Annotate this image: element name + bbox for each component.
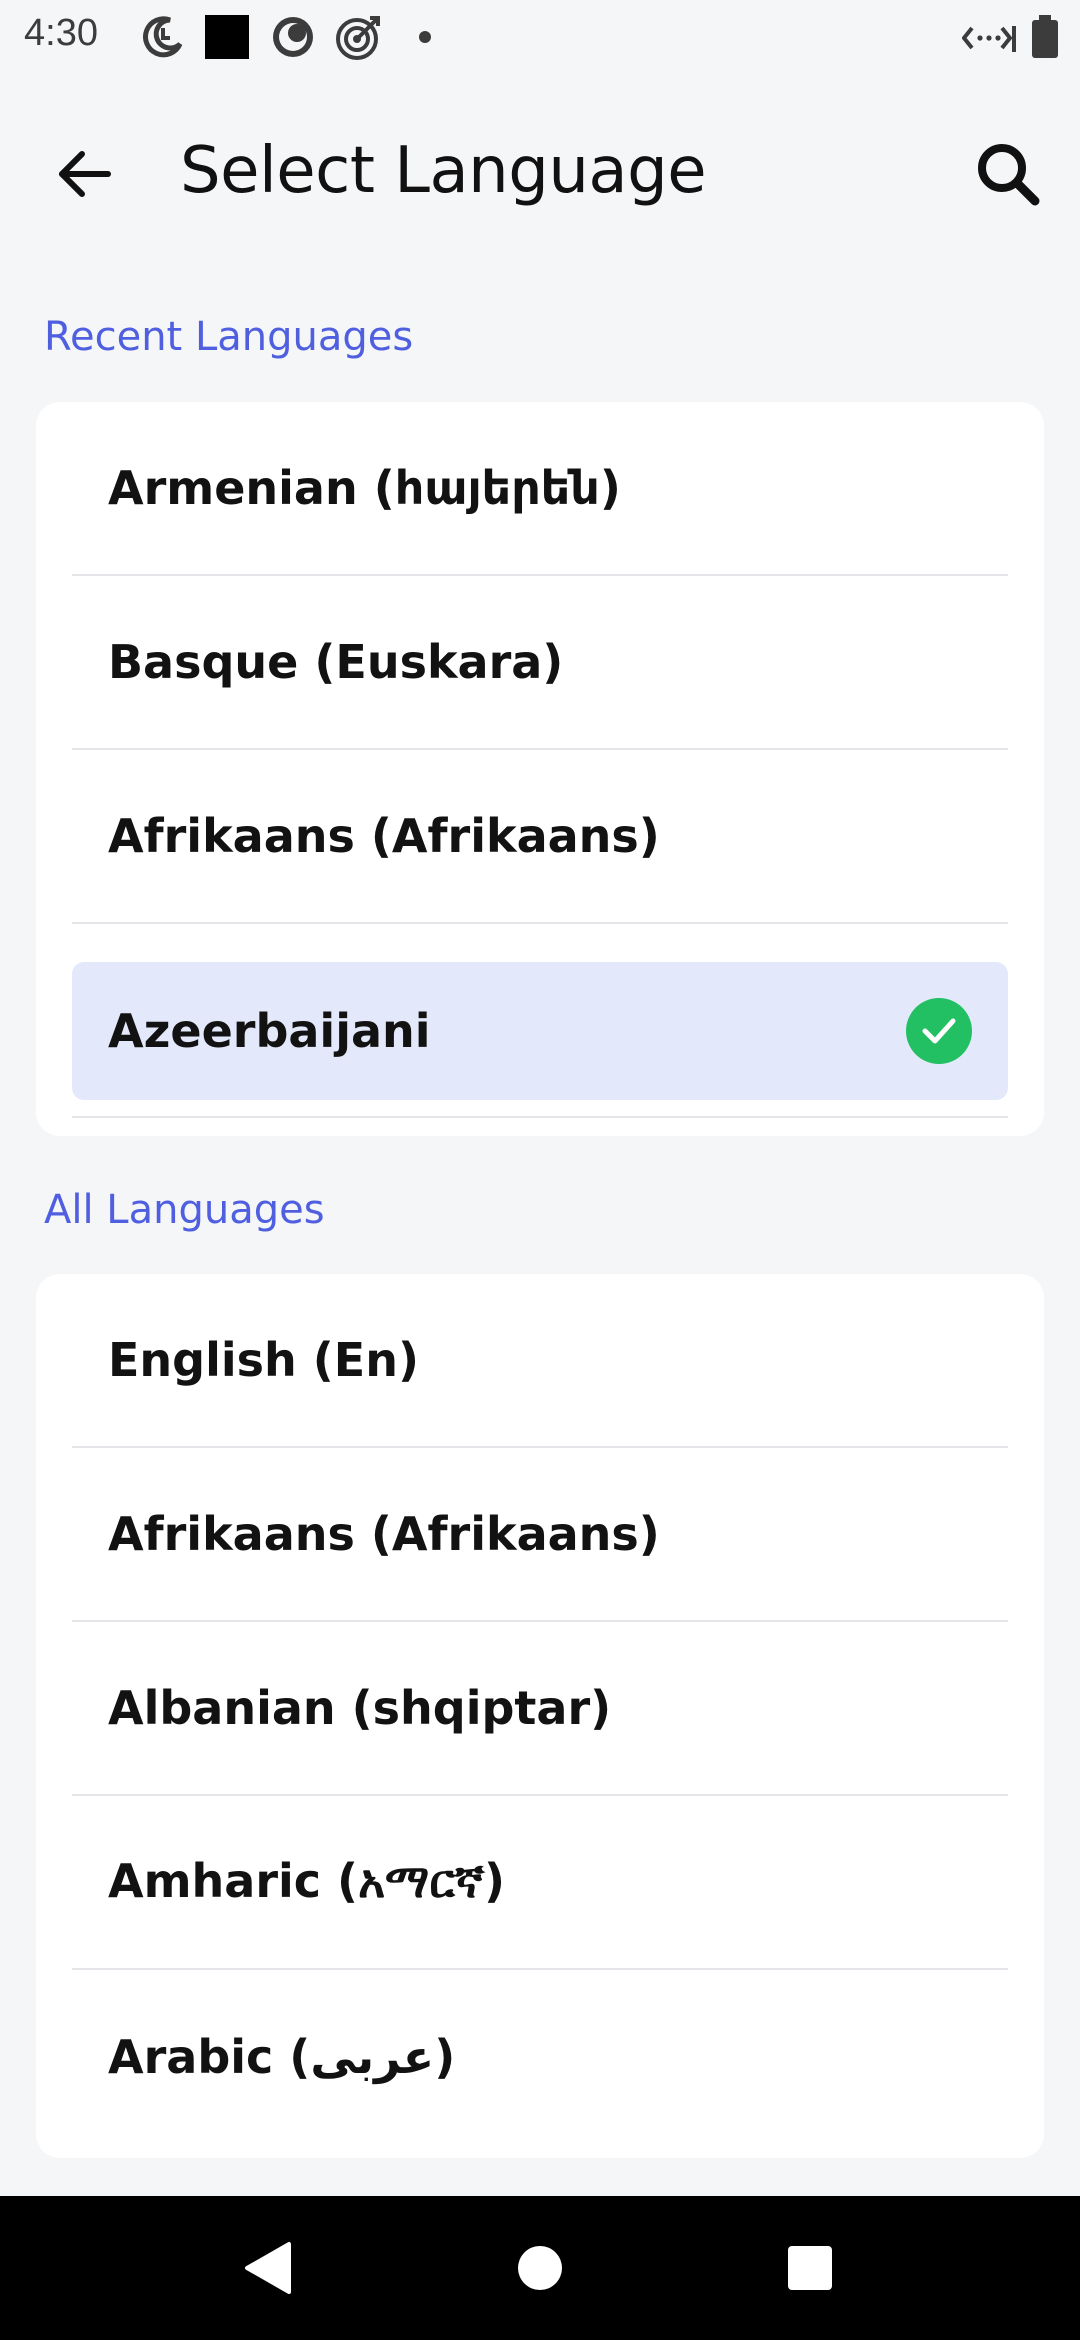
dot-icon	[419, 31, 431, 43]
selected-check-badge	[906, 998, 972, 1064]
home-circle-icon	[518, 2246, 562, 2290]
language-row-afrikaans[interactable]: Afrikaans (Afrikaans)	[72, 750, 1008, 924]
language-row-english[interactable]: English (En)	[72, 1274, 1008, 1448]
language-row-amharic[interactable]: Amharic (አማርኛ)	[72, 1796, 1008, 1970]
language-label: Armenian (հայերեն)	[108, 461, 621, 515]
language-label: Albanian (shqiptar)	[108, 1681, 612, 1735]
app-bar: Select Language	[0, 72, 1080, 272]
battery-icon	[1032, 15, 1058, 58]
language-row-arabic[interactable]: Arabic (عربى)	[72, 1970, 1008, 2144]
language-label: Basque (Euskara)	[108, 635, 564, 689]
status-bar: 4:30	[0, 0, 1080, 72]
back-triangle-icon	[245, 2242, 291, 2294]
navigation-bar	[0, 2196, 1080, 2340]
checkmark-icon	[922, 1018, 956, 1044]
language-row-basque[interactable]: Basque (Euskara)	[72, 576, 1008, 750]
nav-home-button[interactable]	[508, 2236, 572, 2300]
record-icon	[273, 17, 313, 57]
do-not-disturb-icon	[143, 16, 183, 58]
language-row-albanian[interactable]: Albanian (shqiptar)	[72, 1622, 1008, 1796]
arrow-left-icon	[59, 151, 111, 197]
language-label: Arabic (عربى)	[108, 2030, 456, 2084]
language-label: Afrikaans (Afrikaans)	[108, 809, 660, 863]
nav-back-button[interactable]	[236, 2236, 300, 2300]
back-button[interactable]	[40, 130, 128, 218]
target-icon	[336, 16, 380, 60]
nav-recents-button[interactable]	[778, 2236, 842, 2300]
wifi-data-icon	[962, 26, 1016, 52]
language-label: English (En)	[108, 1333, 419, 1387]
language-row-afrikaans[interactable]: Afrikaans (Afrikaans)	[72, 1448, 1008, 1622]
language-label: Amharic (አማርኛ)	[108, 1854, 506, 1908]
divider	[72, 1116, 1008, 1118]
recent-languages-card: Armenian (հայերեն) Basque (Euskara) Afri…	[36, 402, 1044, 1136]
language-row-armenian[interactable]: Armenian (հայերեն)	[72, 402, 1008, 576]
language-label: Afrikaans (Afrikaans)	[108, 1507, 660, 1561]
language-label: Azeerbaijani	[108, 1004, 431, 1058]
all-languages-card: English (En) Afrikaans (Afrikaans) Alban…	[36, 1274, 1044, 2158]
search-button[interactable]	[964, 130, 1052, 218]
status-time: 4:30	[24, 12, 98, 54]
all-languages-header: All Languages	[44, 1187, 325, 1233]
language-row-azeerbaijani-selected[interactable]: Azeerbaijani	[72, 962, 1008, 1100]
page-title: Select Language	[180, 134, 707, 208]
search-icon	[978, 144, 1040, 206]
recents-square-icon	[788, 2246, 832, 2290]
recent-languages-header: Recent Languages	[44, 314, 414, 360]
square-icon	[205, 15, 249, 59]
